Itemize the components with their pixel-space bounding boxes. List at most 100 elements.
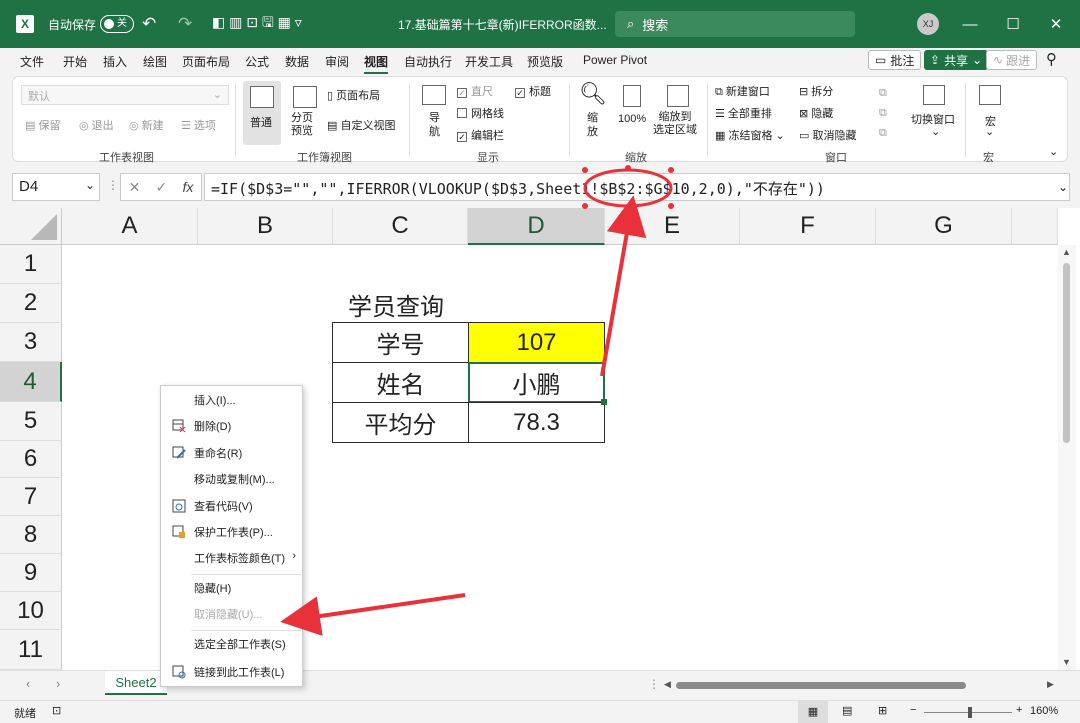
ctx-move-copy[interactable]: 移动或复制(M)...: [161, 467, 302, 491]
macros-button[interactable]: 宏 ⌄: [973, 81, 1009, 145]
horizontal-scrollbar[interactable]: ◀ ▶: [664, 679, 1058, 691]
redo-icon[interactable]: ↷: [178, 0, 192, 48]
undo-icon[interactable]: ↶: [142, 0, 156, 48]
menu-file[interactable]: 文件: [20, 53, 44, 70]
row-header-1[interactable]: 1: [0, 245, 62, 284]
column-header-e[interactable]: E: [605, 208, 740, 245]
scroll-up-icon[interactable]: ▲: [1062, 247, 1071, 257]
follow-button[interactable]: ∿ 跟进: [986, 50, 1038, 70]
menu-home[interactable]: 开始: [63, 53, 87, 70]
autosave-toggle[interactable]: 关: [95, 0, 134, 48]
sheet-tab-active[interactable]: Sheet2: [105, 671, 167, 695]
ctx-rename[interactable]: 重命名(R): [161, 441, 302, 465]
fx-icon[interactable]: fx: [182, 179, 193, 195]
menu-draw[interactable]: 绘图: [143, 53, 167, 70]
ctx-link-to-sheet[interactable]: 链接到此工作表(L): [161, 660, 302, 684]
fill-handle[interactable]: [601, 399, 607, 405]
ctx-tab-color[interactable]: 工作表标签颜色(T) ›: [161, 546, 302, 570]
macro-record-icon[interactable]: ⊡: [52, 704, 61, 717]
ribbon-settings-icon[interactable]: ⚲: [1046, 50, 1057, 68]
zoom-100-button[interactable]: 100%: [613, 81, 653, 145]
vertical-scrollbar[interactable]: ▲ ▼: [1058, 245, 1076, 670]
row-header-5[interactable]: 5: [0, 402, 62, 441]
column-header-a[interactable]: A: [62, 208, 198, 245]
ruler-checkbox[interactable]: ✓ 直尺: [457, 83, 493, 99]
cell-c5[interactable]: 平均分: [332, 402, 469, 443]
switch-windows-button[interactable]: 切换窗口 ⌄: [909, 81, 959, 145]
row-header-4[interactable]: 4: [0, 362, 62, 402]
tab-scroll-right-icon[interactable]: ›: [56, 676, 60, 691]
menu-preview[interactable]: 预览版: [527, 53, 563, 70]
vertical-scroll-thumb[interactable]: [1063, 263, 1070, 443]
cancel-icon[interactable]: ✕: [129, 179, 141, 196]
cell-d5[interactable]: 78.3: [468, 402, 605, 443]
menu-developer[interactable]: 开发工具: [465, 53, 513, 70]
sheet-view-dropdown[interactable]: 默认 ⌄: [21, 85, 229, 105]
menu-insert[interactable]: 插入: [103, 53, 127, 70]
row-header-2[interactable]: 2: [0, 284, 62, 323]
hide-window-button[interactable]: ⊠ 隐藏: [799, 105, 833, 121]
ctx-delete[interactable]: 删除(D): [161, 414, 302, 438]
page-break-preview-button[interactable]: 分页 预览: [285, 81, 325, 145]
ribbon-collapse-icon[interactable]: ⌄: [1049, 145, 1058, 158]
cell-c4[interactable]: 姓名: [332, 362, 469, 403]
gridlines-checkbox[interactable]: 网格线: [457, 105, 504, 121]
page-break-icon[interactable]: ⊞: [878, 704, 887, 717]
quick-access-icons[interactable]: ◧ ▥ ⊡ 🖫 ▦ ▿: [212, 0, 302, 48]
zoom-out-icon[interactable]: −: [910, 704, 916, 716]
tab-scroll-left-icon[interactable]: ‹: [26, 676, 30, 691]
expand-formula-icon[interactable]: ⌄: [1058, 180, 1068, 194]
splitter-icon[interactable]: ⋮: [648, 677, 660, 691]
page-layout-view[interactable]: ▯ 页面布局: [327, 87, 380, 103]
zoom-level[interactable]: 160%: [1030, 705, 1058, 717]
menu-automate[interactable]: 自动执行: [404, 53, 452, 70]
column-header-f[interactable]: F: [740, 208, 876, 245]
zoom-in-icon[interactable]: +: [1016, 704, 1022, 716]
new-window-button[interactable]: ⧉ 新建窗口: [715, 83, 770, 99]
cell-d4-selected[interactable]: 小鹏: [468, 362, 605, 403]
unhide-window-button[interactable]: ▭ 取消隐藏: [799, 127, 856, 143]
row-header-3[interactable]: 3: [0, 323, 62, 362]
scroll-right-icon[interactable]: ▶: [1047, 679, 1054, 690]
zoom-to-selection-button[interactable]: 缩放到 选定区域: [653, 81, 701, 145]
close-icon[interactable]: ✕: [1036, 0, 1076, 48]
normal-view-icon[interactable]: ▦: [798, 701, 828, 723]
menu-data[interactable]: 数据: [285, 53, 309, 70]
ctx-view-code[interactable]: 查看代码(V): [161, 494, 302, 518]
cell-d3[interactable]: 107: [468, 322, 605, 363]
select-all-corner[interactable]: [0, 208, 62, 245]
menu-page-layout[interactable]: 页面布局: [182, 53, 230, 70]
zoom-button[interactable]: 🔍︎ 缩 放: [575, 81, 611, 145]
row-header-10[interactable]: 10: [0, 592, 62, 630]
file-name[interactable]: 17.基础篇第十七章(新)IFERROR函数...⌄: [398, 0, 623, 48]
maximize-icon[interactable]: ☐: [993, 0, 1033, 48]
formula-input[interactable]: =IF($D$3="","",IFERROR(VLOOKUP($D$3,Shee…: [204, 173, 1070, 201]
formula-bar-checkbox[interactable]: ✓ 编辑栏: [457, 127, 504, 143]
cell-c3[interactable]: 学号: [332, 322, 469, 363]
ctx-protect-sheet[interactable]: 保护工作表(P)...: [161, 520, 302, 544]
ctx-insert[interactable]: 插入(I)...: [161, 388, 302, 412]
ctx-select-all-sheets[interactable]: 选定全部工作表(S): [161, 632, 302, 656]
menu-power-pivot[interactable]: Power Pivot: [583, 53, 647, 67]
scroll-down-icon[interactable]: ▼: [1062, 657, 1071, 667]
navigation-button[interactable]: 导 航: [417, 81, 451, 145]
sheet-view-options[interactable]: ☰ 选项: [181, 117, 216, 133]
column-header-d[interactable]: D: [468, 208, 605, 245]
minimize-icon[interactable]: —: [950, 0, 990, 48]
row-header-6[interactable]: 6: [0, 441, 62, 478]
row-header-7[interactable]: 7: [0, 478, 62, 516]
scroll-left-icon[interactable]: ◀: [664, 679, 671, 690]
window-sync-icons[interactable]: ⧉ ⧉ ⧉: [879, 83, 887, 143]
name-box[interactable]: D4 ⌄: [12, 173, 100, 201]
split-button[interactable]: ⊟ 拆分: [799, 83, 833, 99]
menu-review[interactable]: 审阅: [325, 53, 349, 70]
horizontal-scroll-thumb[interactable]: [676, 682, 966, 689]
sheet-view-new[interactable]: ◎ 新建: [129, 117, 164, 133]
page-layout-icon[interactable]: ▤: [842, 704, 852, 717]
sheet-view-keep[interactable]: ▤ 保留: [25, 117, 60, 133]
freeze-panes-button[interactable]: ▦ 冻结窗格 ⌄: [715, 127, 785, 143]
comments-button[interactable]: ▭ 批注: [868, 50, 922, 70]
zoom-slider-thumb[interactable]: [968, 707, 972, 718]
menu-view[interactable]: 视图: [364, 53, 389, 74]
row-header-9[interactable]: 9: [0, 554, 62, 592]
